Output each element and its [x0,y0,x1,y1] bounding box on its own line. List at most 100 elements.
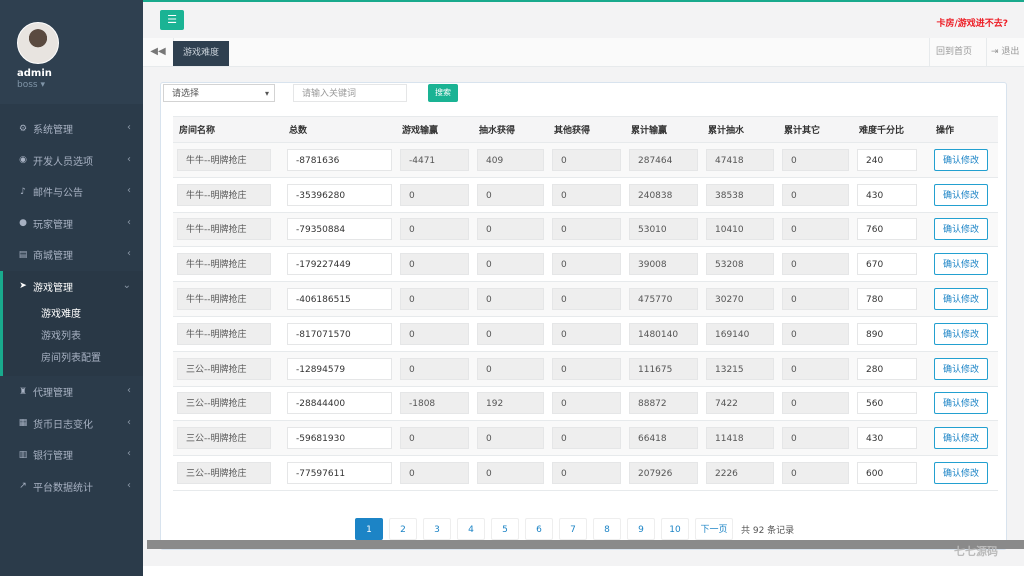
readonly-field: 0 [477,427,544,450]
editable-field[interactable]: -817071570 [287,322,392,345]
search-button[interactable]: 搜索 [428,84,458,102]
readonly-field: 牛牛--明牌抢庄 [177,288,271,311]
column-header: 操作 [930,116,998,143]
editable-field[interactable]: -79350884 [287,218,392,241]
confirm-edit-button[interactable]: 确认修改 [934,288,988,311]
gamepad-icon: ◉ [19,155,27,166]
editable-field[interactable]: -406186515 [287,288,392,311]
editable-field[interactable]: 560 [857,392,917,415]
table-cell: 760 [853,212,930,248]
sidebar-item-8[interactable]: ▥ 银行管理 ‹ [0,439,143,471]
editable-field[interactable]: 430 [857,183,917,206]
table-cell: 10410 [702,212,778,248]
user-role-dropdown[interactable]: boss ▾ [17,80,45,90]
table-cell: 0 [473,455,548,491]
readonly-field: 0 [552,288,621,311]
page-button[interactable]: 6 [525,518,553,540]
editable-field[interactable]: -12894579 [287,357,392,380]
confirm-edit-button[interactable]: 确认修改 [934,253,988,276]
table-cell: 430 [853,177,930,213]
submenu-item-1[interactable]: 游戏列表 [3,326,143,348]
editable-field[interactable]: 760 [857,218,917,241]
logout-button[interactable]: ⇥ 退出 [986,38,1024,66]
editable-field[interactable]: 890 [857,322,917,345]
page-button[interactable]: 1 [355,518,383,540]
submenu-item-0[interactable]: 游戏难度 [3,304,143,326]
readonly-field: 0 [552,183,621,206]
editable-field[interactable]: -8781636 [287,148,392,171]
readonly-field: 0 [400,322,469,345]
action-cell: 确认修改 [930,455,998,491]
readonly-field: 11418 [706,427,774,450]
confirm-edit-button[interactable]: 确认修改 [934,148,988,171]
readonly-field: 47418 [706,148,774,171]
page-button[interactable]: 7 [559,518,587,540]
editable-field[interactable]: 670 [857,253,917,276]
sidebar-item-2[interactable]: ♪ 邮件与公告 ‹ [0,176,143,208]
confirm-edit-button[interactable]: 确认修改 [934,218,988,241]
page-button[interactable]: 5 [491,518,519,540]
editable-field[interactable]: 780 [857,288,917,311]
sidebar-item-3[interactable]: ● 玩家管理 ‹ [0,208,143,240]
table-cell: -12894579 [283,351,396,387]
action-cell: 确认修改 [930,246,998,283]
editable-field[interactable]: -59681930 [287,427,392,450]
table-row: 牛牛--明牌抢庄 -817071570 0 0 0 1480140 169140 0 890 确认… [173,316,998,352]
table-cell: -406186515 [283,281,396,317]
page-button[interactable]: 8 [593,518,621,540]
editable-field[interactable]: -35396280 [287,183,392,206]
confirm-edit-button[interactable]: 确认修改 [934,392,988,415]
page-button[interactable]: 2 [389,518,417,540]
keyword-input[interactable]: 请输入关键词 [293,84,407,102]
sidebar-item-5[interactable]: ➤ 游戏管理 ⌄ [0,270,143,302]
table-cell: 53208 [702,246,778,283]
editable-field[interactable]: 600 [857,462,917,485]
page-button[interactable]: 3 [423,518,451,540]
sidebar-item-9[interactable]: ↗ 平台数据统计 ‹ [0,471,143,503]
tab-game-difficulty[interactable]: 游戏难度 [173,41,230,66]
sidebar-item-0[interactable]: ⚙ 系统管理 ‹ [0,113,143,145]
editable-field[interactable]: 430 [857,427,917,450]
table-cell: -77597611 [283,455,396,491]
confirm-edit-button[interactable]: 确认修改 [934,357,988,380]
page-button[interactable]: 10 [661,518,689,540]
editable-field[interactable]: -28844400 [287,392,392,415]
table-cell: 0 [473,316,548,352]
table-cell: 475770 [625,281,702,317]
editable-field[interactable]: -179227449 [287,253,392,276]
next-page-button[interactable]: 下一页 [695,518,733,540]
readonly-field: 30270 [706,288,774,311]
readonly-field: 240838 [629,183,698,206]
table-cell: 0 [548,420,625,457]
readonly-field: 0 [782,462,849,485]
editable-field[interactable]: 240 [857,148,917,171]
avatar[interactable] [17,22,59,64]
notice-link[interactable]: 卡房/游戏进不去? [936,16,1008,29]
category-select[interactable]: 请选择 ▾ [163,84,275,102]
back-home-link[interactable]: 回到首页 [928,38,978,66]
horizontal-scrollbar[interactable] [147,540,1024,549]
readonly-field: 0 [400,427,469,450]
readonly-field: 牛牛--明牌抢庄 [177,322,271,345]
page-button[interactable]: 4 [457,518,485,540]
editable-field[interactable]: 280 [857,357,917,380]
page-button[interactable]: 9 [627,518,655,540]
username: admin [17,68,52,79]
confirm-edit-button[interactable]: 确认修改 [934,427,988,450]
sidebar-item-4[interactable]: ▤ 商城管理 ‹ [0,239,143,271]
tab-scroll-left-button[interactable]: ◀◀ [143,38,174,66]
table-cell: 11418 [702,420,778,457]
action-cell: 确认修改 [930,386,998,422]
confirm-edit-button[interactable]: 确认修改 [934,322,988,345]
sidebar-item-1[interactable]: ◉ 开发人员选项 ‹ [0,145,143,177]
table-cell: -179227449 [283,246,396,283]
editable-field[interactable]: -77597611 [287,462,392,485]
readonly-field: 三公--明牌抢庄 [177,357,271,380]
action-cell: 确认修改 [930,420,998,457]
sidebar-item-6[interactable]: ♜ 代理管理 ‹ [0,376,143,408]
confirm-edit-button[interactable]: 确认修改 [934,462,988,485]
confirm-edit-button[interactable]: 确认修改 [934,183,988,206]
sidebar-item-7[interactable]: ▦ 货币日志变化 ‹ [0,408,143,440]
menu-toggle-button[interactable]: ☰ [160,10,184,30]
submenu-item-2[interactable]: 房间列表配置 [3,348,143,370]
